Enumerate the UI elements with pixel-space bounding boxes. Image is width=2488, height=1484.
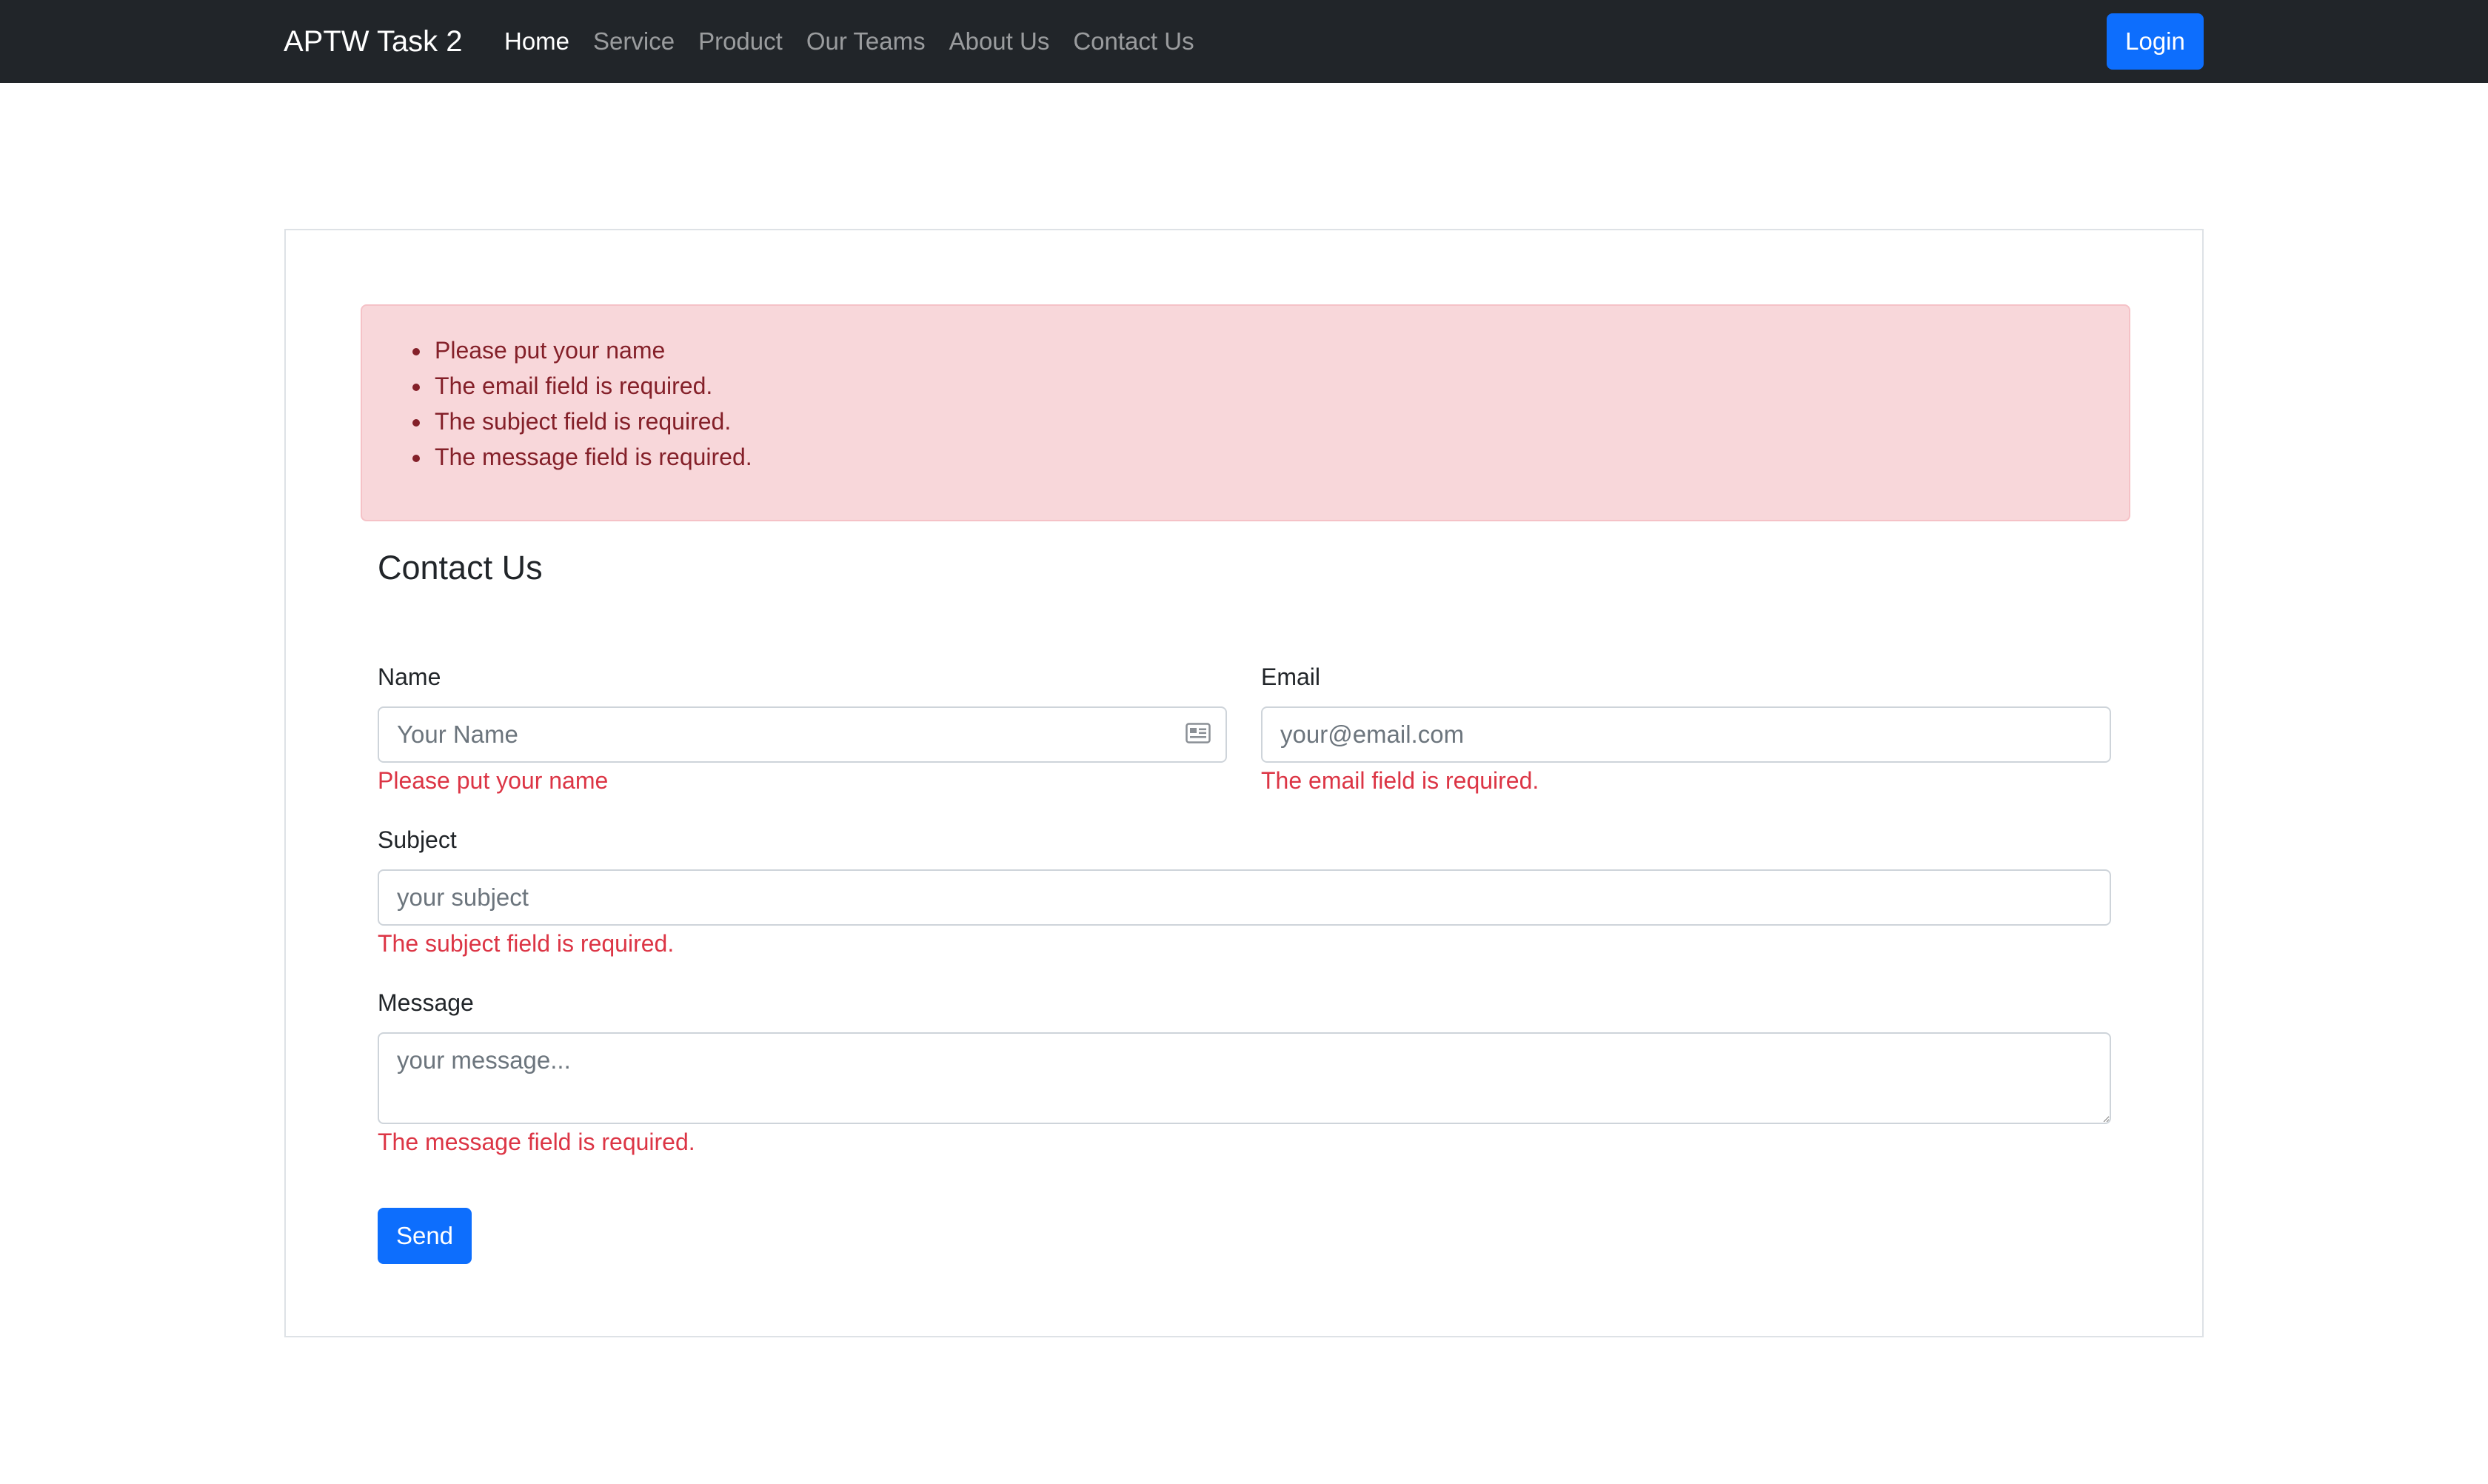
email-label: Email — [1261, 664, 1321, 690]
alert-error-list: Please put your name The email field is … — [362, 332, 2129, 475]
alert-error-item: Please put your name — [362, 332, 2129, 368]
login-button[interactable]: Login — [2107, 13, 2204, 70]
alert-error-item: The subject field is required. — [362, 404, 2129, 439]
nav-link-contact-us[interactable]: Contact Us — [1061, 0, 1205, 83]
top-navbar: APTW Task 2 Home Service Product Our Tea… — [0, 0, 2488, 83]
contact-card: Please put your name The email field is … — [284, 229, 2204, 1337]
nav-link-about-us[interactable]: About Us — [937, 0, 1062, 83]
navbar-brand[interactable]: APTW Task 2 — [284, 0, 463, 83]
nav-link-product[interactable]: Product — [686, 0, 795, 83]
message-label: Message — [378, 989, 474, 1016]
alert-error-item: The email field is required. — [362, 368, 2129, 404]
subject-label: Subject — [378, 826, 457, 853]
name-label: Name — [378, 664, 441, 690]
contact-card-icon — [1186, 723, 1211, 743]
email-error: The email field is required. — [1261, 767, 1539, 794]
subject-input[interactable] — [378, 869, 2111, 926]
send-button[interactable]: Send — [378, 1208, 472, 1264]
nav-link-our-teams[interactable]: Our Teams — [795, 0, 937, 83]
validation-alert: Please put your name The email field is … — [361, 304, 2130, 521]
form-title: Contact Us — [378, 549, 543, 586]
message-error: The message field is required. — [378, 1129, 695, 1155]
nav-link-home[interactable]: Home — [492, 0, 581, 83]
nav-link-service[interactable]: Service — [581, 0, 686, 83]
name-error: Please put your name — [378, 767, 609, 794]
nav-links: Home Service Product Our Teams About Us … — [492, 0, 1206, 83]
name-input[interactable] — [378, 706, 1227, 763]
alert-error-item: The message field is required. — [362, 439, 2129, 475]
email-input[interactable] — [1261, 706, 2111, 763]
message-textarea[interactable] — [378, 1032, 2111, 1124]
subject-error: The subject field is required. — [378, 930, 675, 957]
